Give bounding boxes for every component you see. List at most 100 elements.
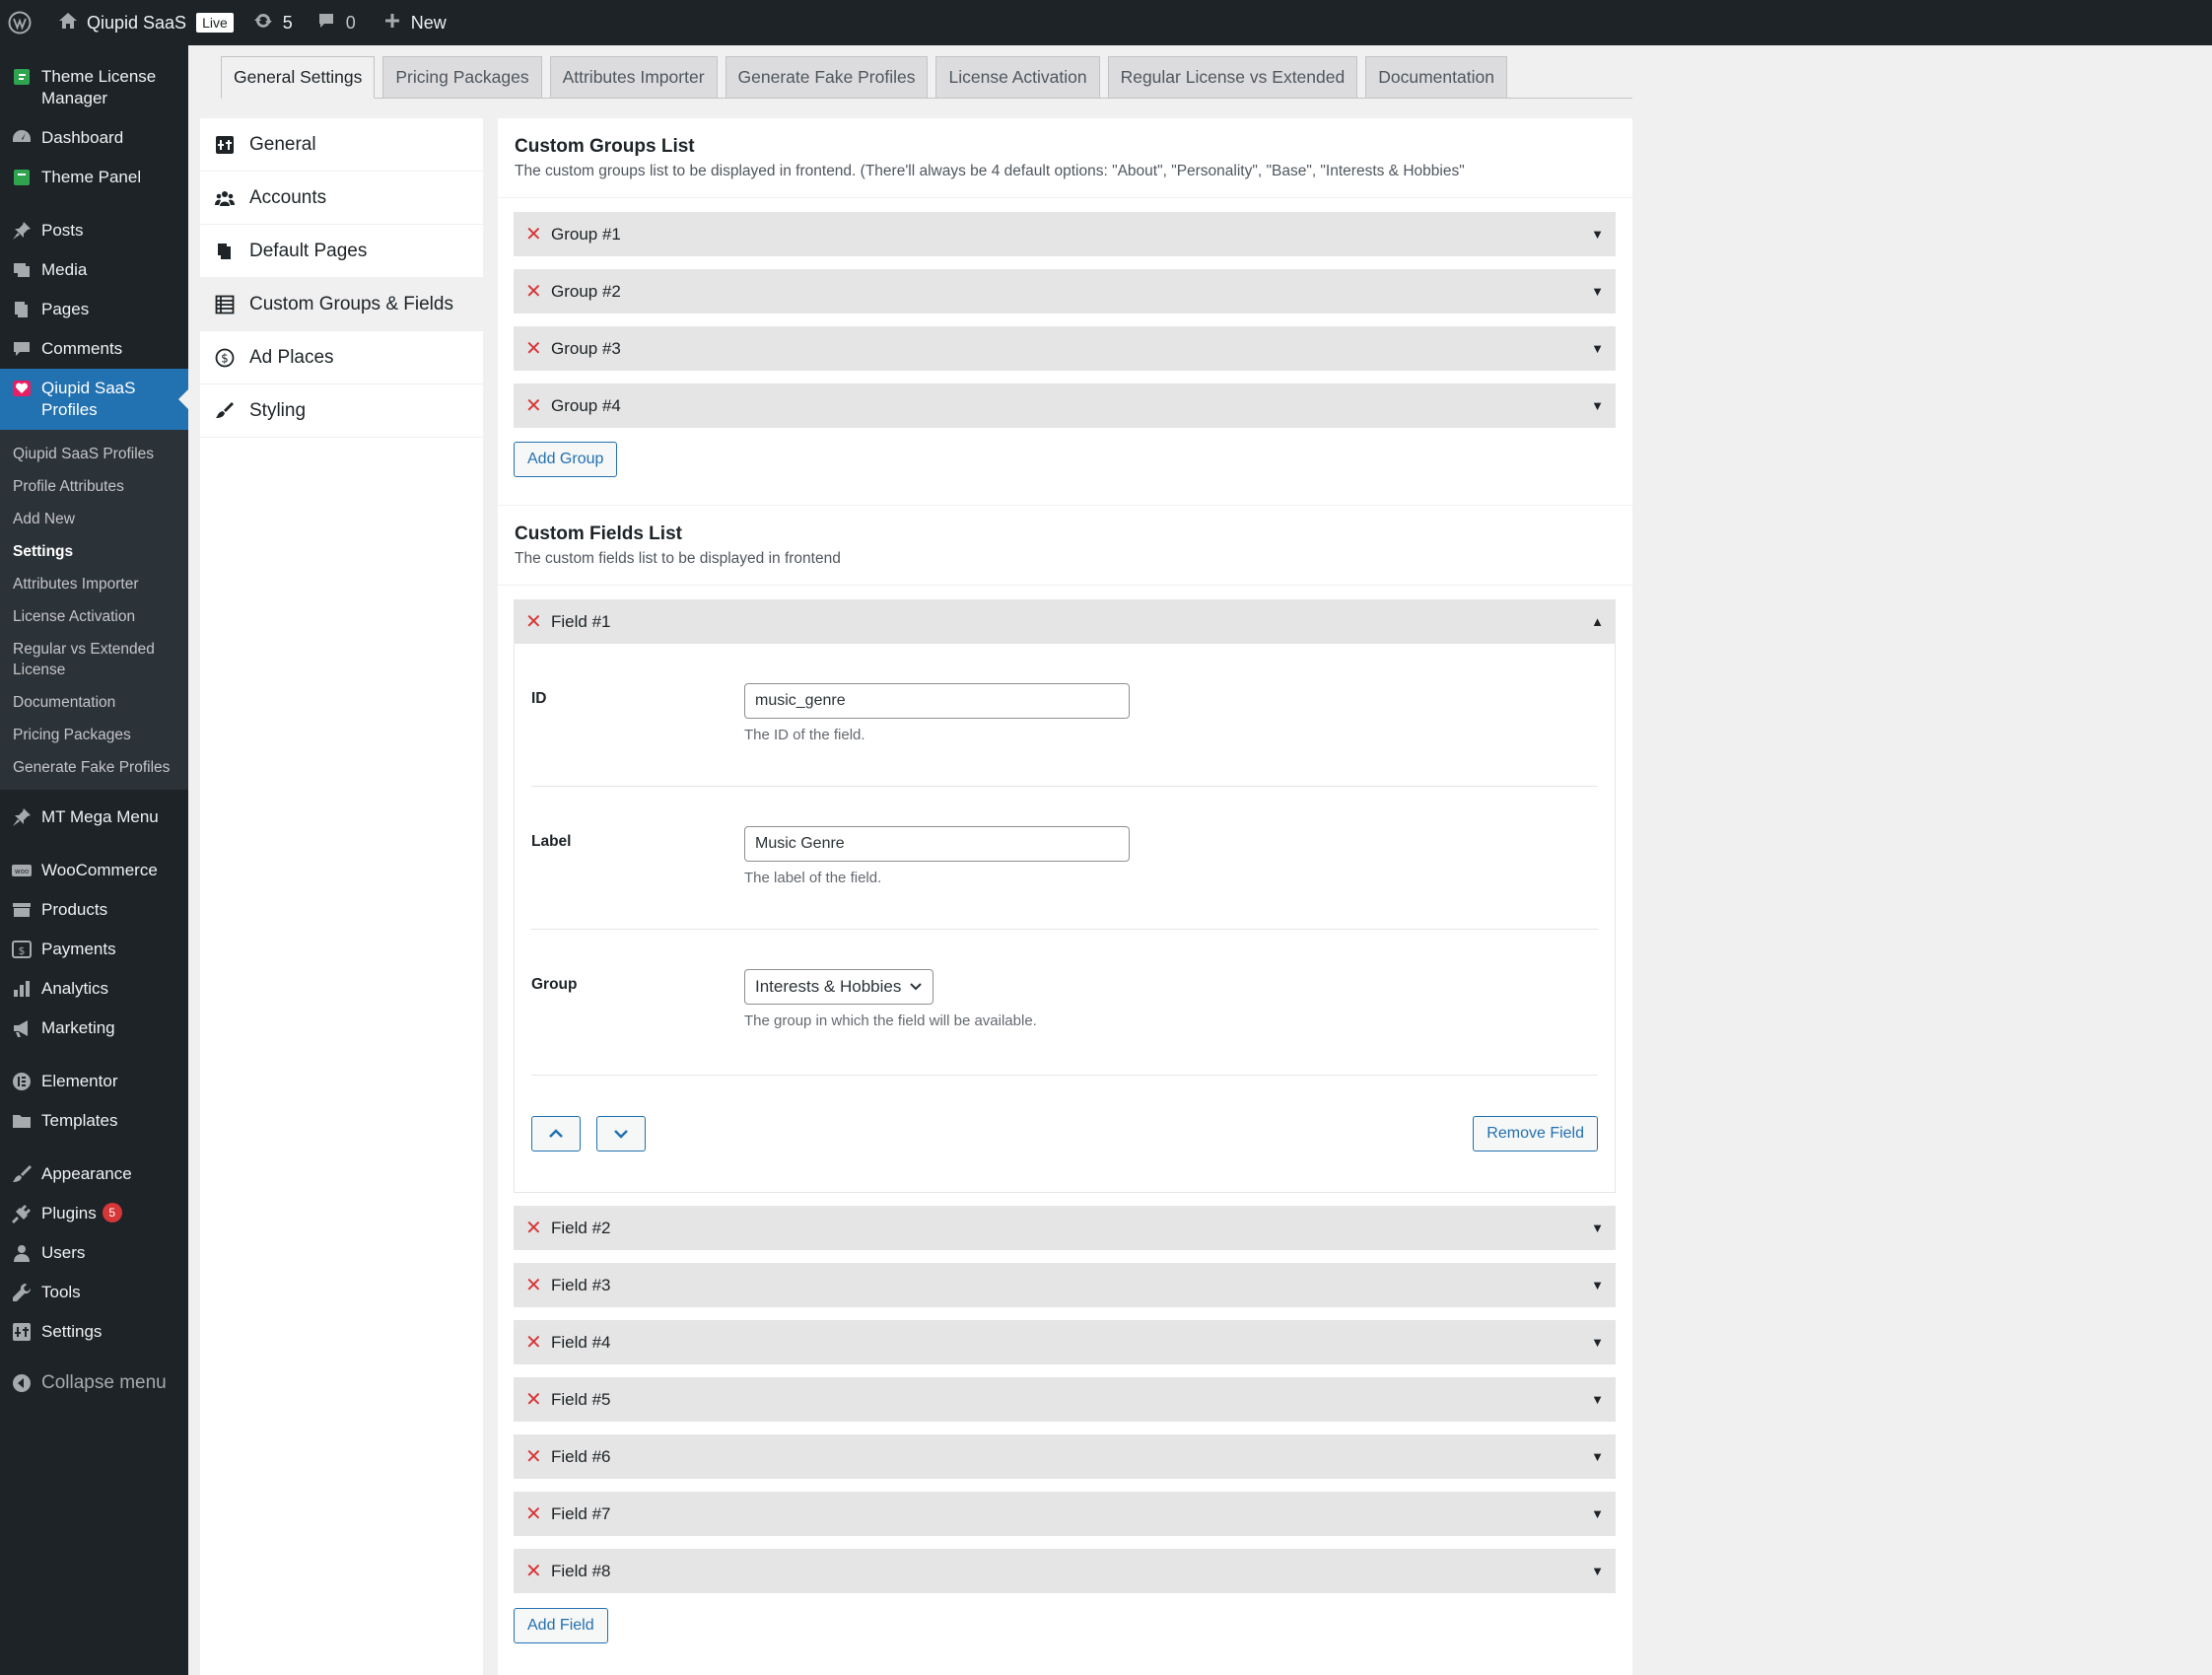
triangle-down-icon[interactable]: ▼ bbox=[1591, 284, 1604, 299]
move-up-button[interactable] bbox=[531, 1116, 581, 1152]
group-row[interactable]: ✕ Group #3 ▼ bbox=[514, 326, 1616, 371]
menu-label: Plugins bbox=[41, 1204, 97, 1222]
label-input[interactable]: Music Genre bbox=[744, 826, 1130, 862]
site-name-link[interactable]: Qiupid SaaS Live bbox=[41, 0, 243, 45]
remove-x-icon[interactable]: ✕ bbox=[525, 1333, 542, 1353]
tab-pricing-packages[interactable]: Pricing Packages bbox=[382, 56, 542, 98]
triangle-down-icon[interactable]: ▼ bbox=[1591, 1564, 1604, 1578]
tab-generate-fake-profiles[interactable]: Generate Fake Profiles bbox=[725, 56, 929, 98]
updates-link[interactable]: 5 bbox=[243, 0, 303, 45]
triangle-down-icon[interactable]: ▼ bbox=[1591, 1392, 1604, 1407]
remove-x-icon[interactable]: ✕ bbox=[525, 1562, 542, 1581]
group-row[interactable]: ✕ Group #1 ▼ bbox=[514, 212, 1616, 256]
submenu-item-profile-attributes[interactable]: Profile Attributes bbox=[0, 470, 188, 503]
triangle-down-icon[interactable]: ▼ bbox=[1591, 1335, 1604, 1350]
remove-x-icon[interactable]: ✕ bbox=[525, 339, 542, 359]
submenu-item-profiles[interactable]: Qiupid SaaS Profiles bbox=[0, 438, 188, 470]
menu-marketing[interactable]: Marketing bbox=[0, 1009, 188, 1048]
submenu-item-generate-fake-profiles[interactable]: Generate Fake Profiles bbox=[0, 751, 188, 784]
field-label: Field #4 bbox=[551, 1332, 611, 1352]
triangle-down-icon[interactable]: ▼ bbox=[1591, 1278, 1604, 1292]
tab-regular-vs-extended[interactable]: Regular License vs Extended bbox=[1107, 56, 1358, 98]
nav-general[interactable]: General bbox=[200, 118, 483, 172]
menu-pages[interactable]: Pages bbox=[0, 290, 188, 329]
menu-elementor[interactable]: Elementor bbox=[0, 1062, 188, 1101]
submenu-item-documentation[interactable]: Documentation bbox=[0, 686, 188, 719]
triangle-down-icon[interactable]: ▼ bbox=[1591, 398, 1604, 413]
submenu-item-settings[interactable]: Settings bbox=[0, 535, 188, 568]
menu-products[interactable]: Products bbox=[0, 890, 188, 930]
archive-icon bbox=[10, 899, 34, 921]
remove-x-icon[interactable]: ✕ bbox=[525, 1276, 542, 1295]
remove-field-button[interactable]: Remove Field bbox=[1473, 1116, 1598, 1152]
field-row[interactable]: ✕ Field #7 ▼ bbox=[514, 1492, 1616, 1536]
remove-x-icon[interactable]: ✕ bbox=[525, 1504, 542, 1524]
menu-payments[interactable]: $ Payments bbox=[0, 930, 188, 969]
menu-plugins[interactable]: Plugins 5 bbox=[0, 1194, 188, 1233]
nav-accounts[interactable]: Accounts bbox=[200, 172, 483, 225]
menu-qiupid-profiles[interactable]: Qiupid SaaS Profiles bbox=[0, 369, 188, 430]
remove-x-icon[interactable]: ✕ bbox=[525, 282, 542, 302]
menu-appearance[interactable]: Appearance bbox=[0, 1154, 188, 1194]
menu-mt-mega-menu[interactable]: MT Mega Menu bbox=[0, 798, 188, 837]
field-row[interactable]: ✕ Field #3 ▼ bbox=[514, 1263, 1616, 1307]
menu-comments[interactable]: Comments bbox=[0, 329, 188, 369]
remove-x-icon[interactable]: ✕ bbox=[525, 396, 542, 416]
add-group-button[interactable]: Add Group bbox=[514, 442, 618, 477]
group-row[interactable]: ✕ Group #2 ▼ bbox=[514, 269, 1616, 314]
menu-posts[interactable]: Posts bbox=[0, 211, 188, 250]
field-row[interactable]: ✕ Field #4 ▼ bbox=[514, 1320, 1616, 1364]
wordpress-logo-icon[interactable] bbox=[0, 0, 41, 45]
remove-x-icon[interactable]: ✕ bbox=[525, 1447, 542, 1467]
menu-analytics[interactable]: Analytics bbox=[0, 969, 188, 1009]
menu-tools[interactable]: Tools bbox=[0, 1273, 188, 1312]
field-row[interactable]: ✕ Field #2 ▼ bbox=[514, 1206, 1616, 1250]
nav-ad-places[interactable]: $ Ad Places bbox=[200, 331, 483, 384]
move-down-button[interactable] bbox=[596, 1116, 646, 1152]
collapse-menu-button[interactable]: Collapse menu bbox=[0, 1363, 188, 1403]
submenu-item-pricing-packages[interactable]: Pricing Packages bbox=[0, 719, 188, 751]
tab-license-activation[interactable]: License Activation bbox=[935, 56, 1100, 98]
comments-link[interactable]: 0 bbox=[303, 0, 366, 45]
submenu-item-regular-vs-extended[interactable]: Regular vs Extended License bbox=[0, 633, 188, 686]
menu-users[interactable]: Users bbox=[0, 1233, 188, 1273]
nav-custom-groups-fields[interactable]: Custom Groups & Fields bbox=[200, 278, 483, 331]
field-row[interactable]: ✕ Field #6 ▼ bbox=[514, 1434, 1616, 1479]
group-row[interactable]: ✕ Group #4 ▼ bbox=[514, 384, 1616, 428]
group-select[interactable]: Interests & Hobbies bbox=[744, 969, 934, 1005]
triangle-down-icon[interactable]: ▼ bbox=[1591, 227, 1604, 242]
remove-x-icon[interactable]: ✕ bbox=[525, 225, 542, 244]
field-row[interactable]: ✕ Field #8 ▼ bbox=[514, 1549, 1616, 1593]
remove-x-icon[interactable]: ✕ bbox=[525, 1219, 542, 1238]
field-row-open[interactable]: ✕ Field #1 ▲ bbox=[514, 599, 1616, 644]
remove-x-icon[interactable]: ✕ bbox=[525, 612, 542, 632]
submenu-item-add-new[interactable]: Add New bbox=[0, 503, 188, 535]
field-row[interactable]: ✕ Field #5 ▼ bbox=[514, 1377, 1616, 1422]
new-content-link[interactable]: New bbox=[366, 0, 456, 45]
nav-default-pages[interactable]: Default Pages bbox=[200, 225, 483, 278]
menu-woocommerce[interactable]: woo WooCommerce bbox=[0, 851, 188, 890]
triangle-down-icon[interactable]: ▼ bbox=[1591, 1449, 1604, 1464]
comments-icon bbox=[10, 338, 34, 360]
tab-general-settings[interactable]: General Settings bbox=[221, 56, 376, 99]
group-label: Group bbox=[531, 976, 578, 993]
remove-x-icon[interactable]: ✕ bbox=[525, 1390, 542, 1410]
menu-templates[interactable]: Templates bbox=[0, 1101, 188, 1141]
id-input[interactable]: music_genre bbox=[744, 683, 1130, 719]
menu-settings[interactable]: Settings bbox=[0, 1312, 188, 1352]
menu-theme-license-manager[interactable]: Theme License Manager bbox=[0, 57, 188, 118]
add-field-button[interactable]: Add Field bbox=[514, 1608, 608, 1643]
menu-media[interactable]: Media bbox=[0, 250, 188, 290]
triangle-down-icon[interactable]: ▼ bbox=[1591, 1506, 1604, 1521]
triangle-up-icon[interactable]: ▲ bbox=[1591, 614, 1604, 629]
nav-label: Default Pages bbox=[249, 240, 368, 261]
submenu-item-license-activation[interactable]: License Activation bbox=[0, 600, 188, 633]
triangle-down-icon[interactable]: ▼ bbox=[1591, 1221, 1604, 1235]
menu-dashboard[interactable]: Dashboard bbox=[0, 118, 188, 158]
tab-documentation[interactable]: Documentation bbox=[1365, 56, 1507, 98]
submenu-item-attributes-importer[interactable]: Attributes Importer bbox=[0, 568, 188, 600]
tab-attributes-importer[interactable]: Attributes Importer bbox=[549, 56, 718, 98]
menu-theme-panel[interactable]: Theme Panel bbox=[0, 158, 188, 197]
nav-styling[interactable]: Styling bbox=[200, 384, 483, 438]
triangle-down-icon[interactable]: ▼ bbox=[1591, 341, 1604, 356]
